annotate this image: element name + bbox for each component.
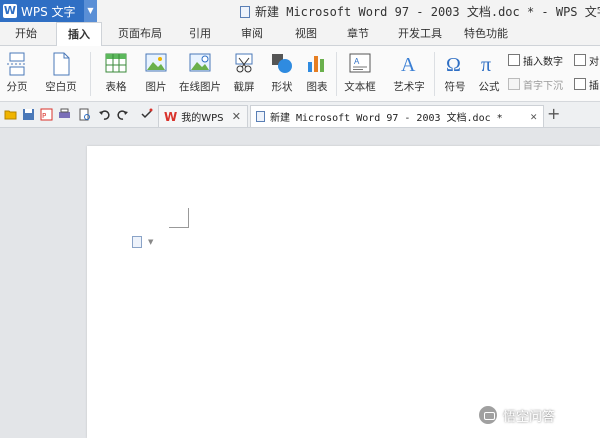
omega-icon: Ω	[446, 54, 461, 74]
chevron-down-icon[interactable]: ▼	[84, 0, 97, 22]
close-icon[interactable]: ✕	[530, 110, 537, 123]
page-break-button[interactable]: 分页	[2, 46, 32, 102]
wukong-logo-icon	[478, 405, 498, 425]
divider	[434, 52, 435, 96]
blank-page-icon	[53, 52, 70, 76]
page-break-icon	[7, 52, 27, 76]
picture-button[interactable]: 图片	[138, 46, 174, 102]
tab-developer[interactable]: 开发工具	[390, 22, 450, 46]
customize-dropdown-icon[interactable]	[140, 108, 153, 121]
insert-icon	[574, 78, 586, 90]
chart-button[interactable]: 图表	[302, 46, 332, 102]
export-pdf-icon[interactable]: P	[40, 108, 53, 121]
wps-logo-icon: W	[3, 4, 17, 18]
table-icon	[105, 53, 127, 73]
object-button[interactable]: 对	[574, 52, 599, 68]
screenshot-button[interactable]: 截屏	[226, 46, 262, 102]
document-icon	[256, 111, 265, 122]
undo-icon[interactable]	[98, 108, 111, 121]
save-icon[interactable]	[22, 108, 35, 121]
tab-review[interactable]: 审阅	[230, 22, 274, 46]
wps-icon: W	[164, 109, 178, 124]
tab-insert[interactable]: 插入	[56, 22, 102, 47]
chevron-down-icon[interactable]: ▼	[148, 238, 153, 246]
ribbon-tabs: 开始 插入 页面布局 引用 审阅 视图 章节 开发工具 特色功能	[0, 22, 600, 47]
dropcap-button[interactable]: 首字下沉	[508, 76, 563, 92]
wordart-icon: A	[401, 54, 416, 74]
app-menu-button[interactable]: W WPS 文字 ▼	[0, 0, 97, 22]
formula-button[interactable]: π 公式	[474, 46, 504, 102]
tab-document[interactable]: 新建 Microsoft Word 97 - 2003 文档.doc * ✕	[250, 105, 544, 127]
divider	[90, 52, 91, 96]
tab-my-wps[interactable]: W 我的WPS ✕	[158, 105, 248, 127]
insert-number-button[interactable]: 插入数字	[508, 52, 563, 68]
title-bar: W WPS 文字 ▼ 新建 Microsoft Word 97 - 2003 文…	[0, 0, 600, 22]
tab-home[interactable]: 开始	[4, 22, 48, 46]
insert-more-button[interactable]: 插	[574, 76, 599, 92]
textbox-icon: A	[349, 53, 371, 73]
divider	[336, 52, 337, 96]
wordart-button[interactable]: A 艺术字	[386, 46, 432, 102]
window-title: 新建 Microsoft Word 97 - 2003 文档.doc * - W…	[240, 3, 600, 20]
shape-icon	[272, 54, 292, 73]
watermark: 悟空问答	[478, 405, 555, 425]
paragraph-layout-icon[interactable]	[132, 236, 142, 248]
object-icon	[574, 54, 586, 66]
tab-features[interactable]: 特色功能	[456, 22, 516, 46]
new-tab-plus-icon[interactable]: +	[547, 104, 560, 123]
table-button[interactable]: 表格	[98, 46, 134, 102]
svg-text:π: π	[481, 54, 491, 74]
quick-access-bar: P W 我的WPS ✕ 新建 Microsoft Word 97 - 2003 …	[0, 102, 600, 128]
svg-text:Ω: Ω	[446, 54, 461, 74]
document-icon	[240, 6, 250, 18]
picture-icon	[145, 53, 167, 72]
ribbon-insert: 分页 空白页 表格 图片 在线图片 截屏 形状 图表 A 文本框 A 艺术字 Ω…	[0, 46, 600, 102]
document-workspace: ▼	[0, 128, 600, 438]
number-icon	[508, 54, 520, 66]
shape-button[interactable]: 形状	[264, 46, 300, 102]
online-picture-button[interactable]: 在线图片	[177, 46, 223, 102]
online-picture-icon	[189, 53, 211, 72]
tab-chapter[interactable]: 章节	[336, 22, 380, 46]
svg-text:A: A	[401, 54, 416, 74]
print-preview-icon[interactable]	[78, 108, 91, 121]
print-icon[interactable]	[58, 108, 71, 121]
document-page[interactable]: ▼	[87, 146, 600, 438]
app-name: WPS 文字	[21, 4, 76, 19]
redo-icon[interactable]	[116, 108, 129, 121]
blank-page-button[interactable]: 空白页	[36, 46, 86, 102]
chart-icon	[308, 56, 324, 72]
svg-text:P: P	[42, 112, 46, 120]
tab-references[interactable]: 引用	[178, 22, 222, 46]
tab-page-layout[interactable]: 页面布局	[110, 22, 170, 46]
scissors-icon	[235, 53, 253, 73]
tab-view[interactable]: 视图	[284, 22, 328, 46]
close-icon[interactable]: ✕	[232, 110, 241, 123]
margin-corner-mark	[169, 208, 189, 228]
dropcap-icon	[508, 78, 520, 90]
open-folder-icon[interactable]	[4, 108, 17, 121]
pi-icon: π	[481, 54, 491, 74]
svg-text:A: A	[354, 57, 360, 66]
textbox-button[interactable]: A 文本框	[338, 46, 382, 102]
symbol-button[interactable]: Ω 符号	[438, 46, 472, 102]
